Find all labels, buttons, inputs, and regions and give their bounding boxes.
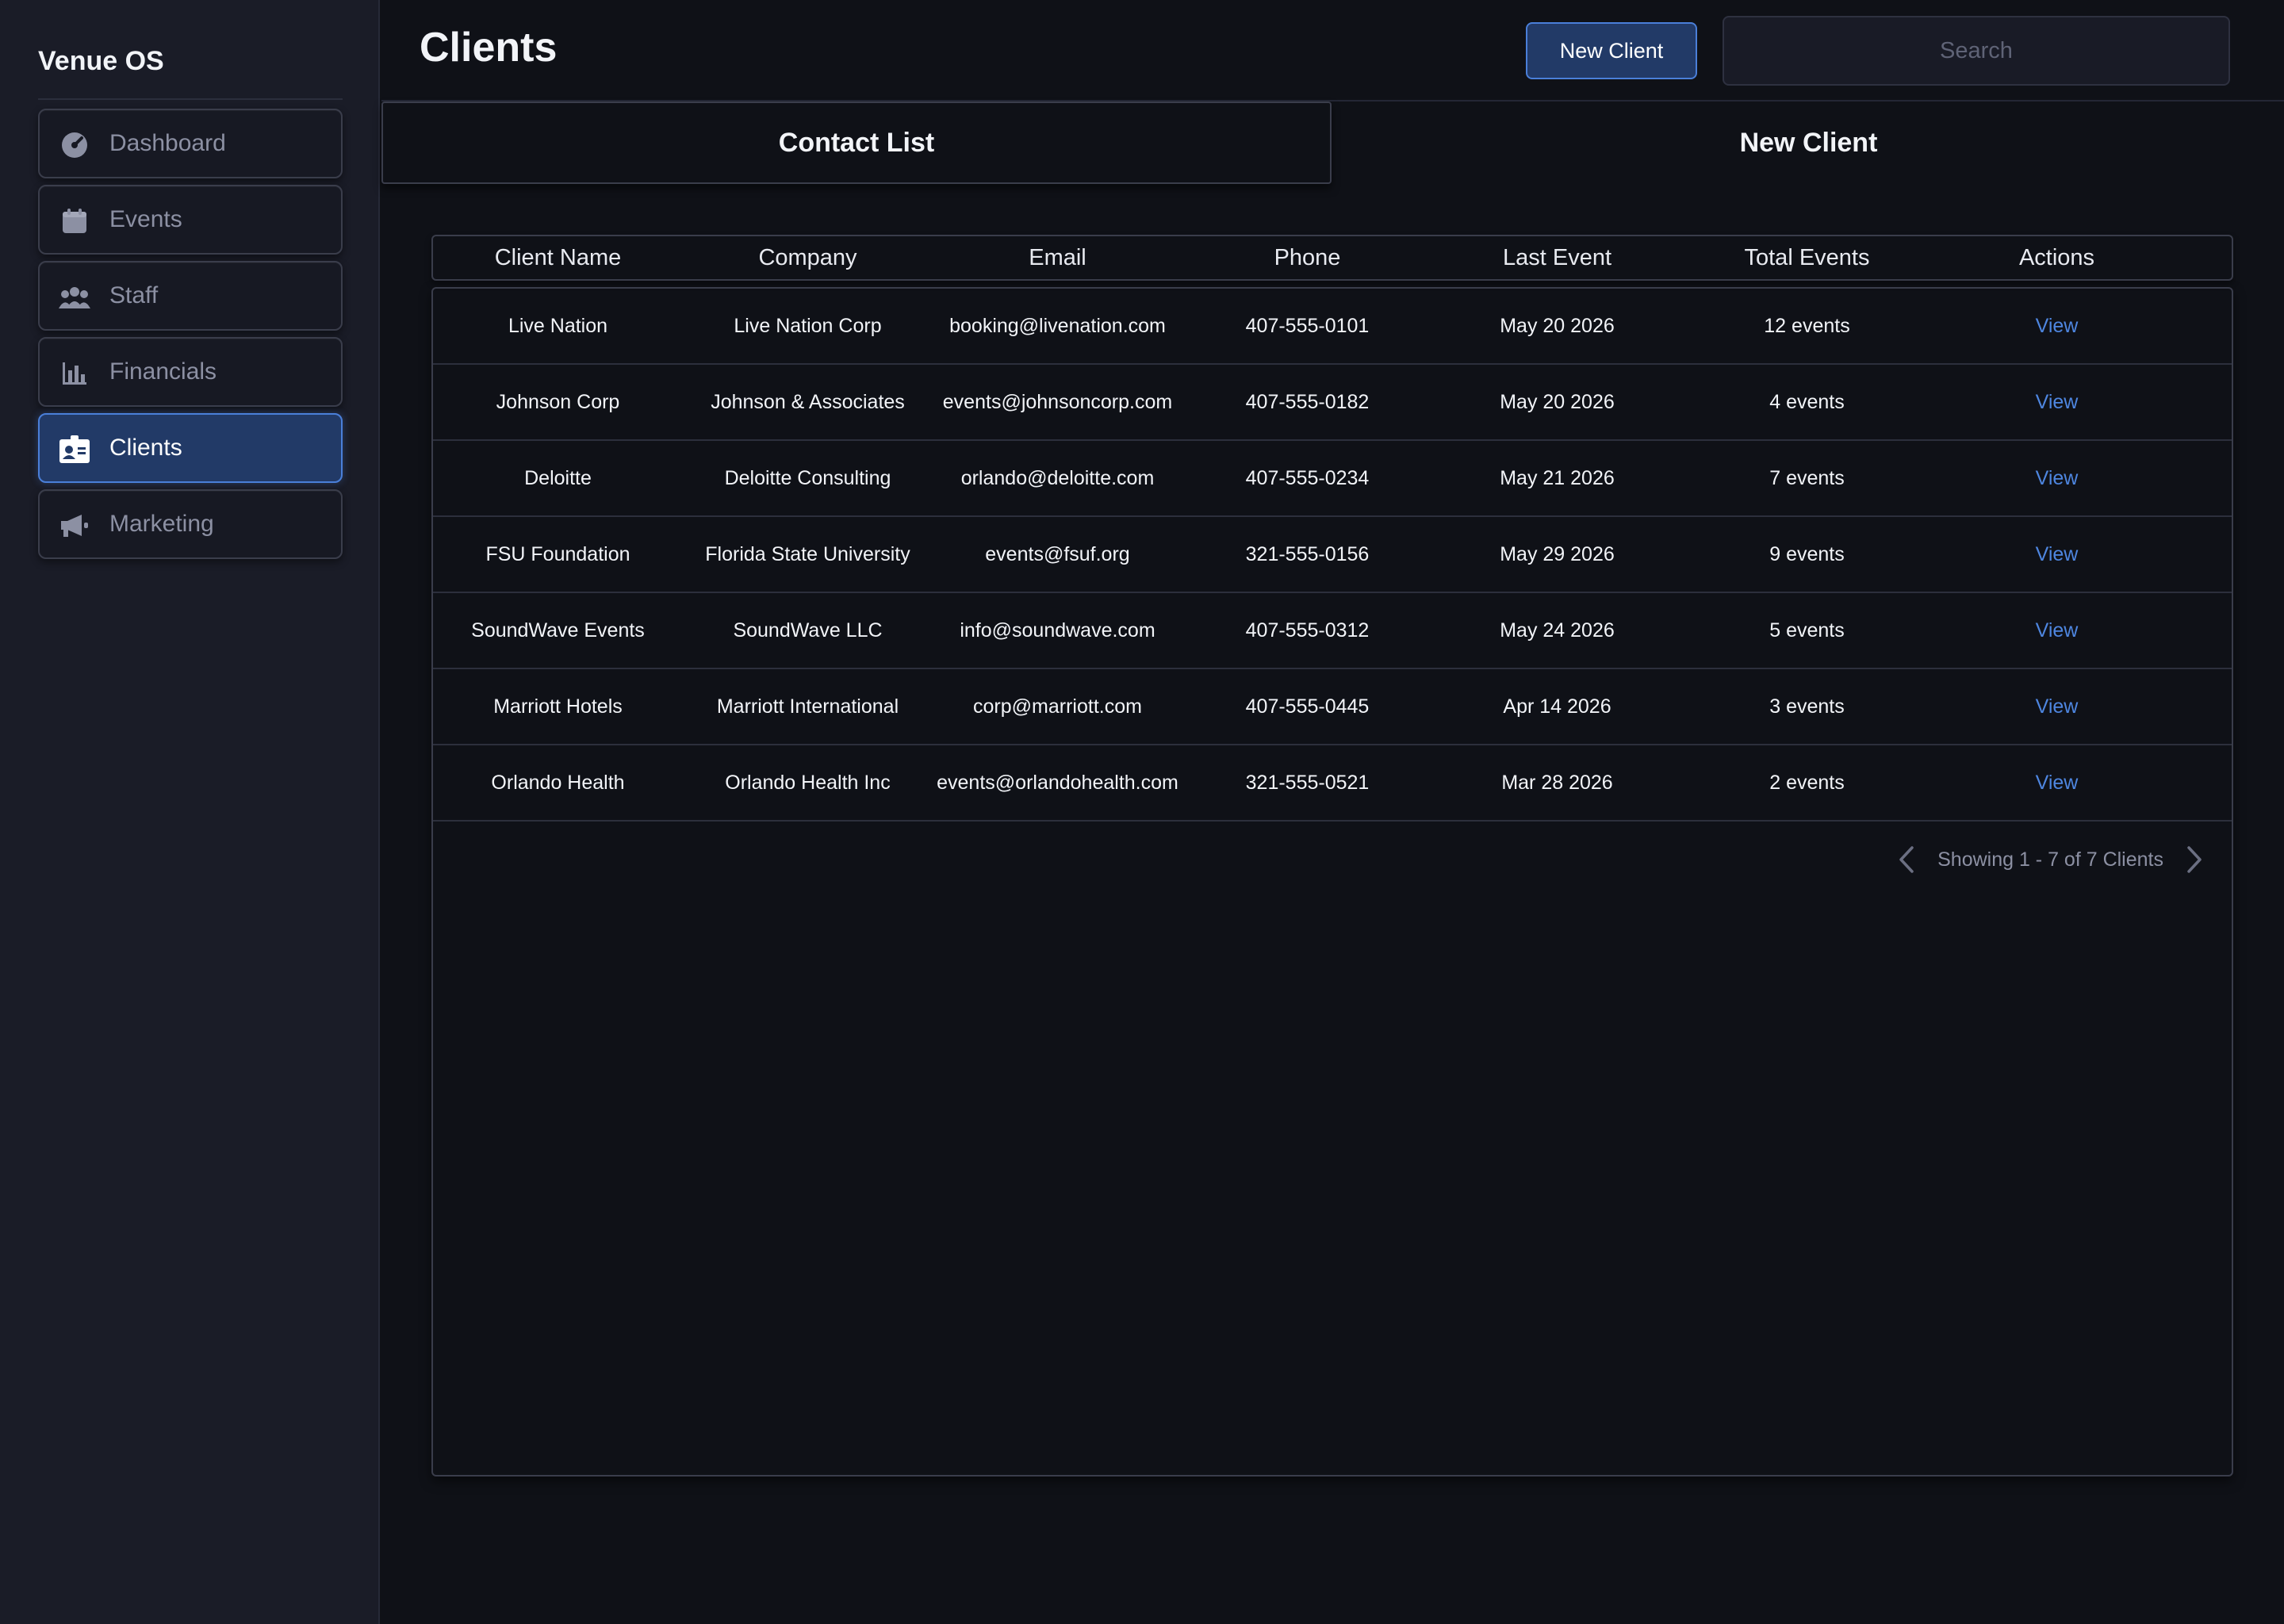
view-link[interactable]: View [1932,391,2182,414]
tab-contact-list[interactable]: Contact List [381,102,1332,184]
cell-total-events: 2 events [1769,771,1845,794]
pagination-status: Showing 1 - 7 of 7 Clients [1937,848,2163,871]
cell-company: Marriott International [716,695,899,718]
cell-client-name: FSU Foundation [485,542,630,565]
cell-company: Johnson & Associates [711,390,905,413]
tab-new-client[interactable]: New Client [1333,102,2284,184]
sidebar-item-dashboard[interactable]: Dashboard [38,109,343,178]
cell-total-events: 9 events [1769,542,1845,565]
cell-phone: 321-555-0156 [1245,542,1370,565]
clients-table: Client Name Company Email Phone Last Eve… [431,235,2233,1477]
cell-last-event: May 24 2026 [1500,619,1615,642]
cell-client-name: Live Nation [508,314,608,337]
cell-last-event: May 29 2026 [1500,542,1615,565]
sidebar-item-label: Clients [109,435,182,461]
cell-total-events: 5 events [1769,619,1845,642]
cell-company: Orlando Health Inc [725,771,891,794]
column-header-total-events: Total Events [1744,244,1870,270]
cell-phone: 321-555-0521 [1245,771,1370,794]
cell-email: orlando@deloitte.com [960,466,1155,489]
cell-total-events: 7 events [1769,466,1845,489]
bar-chart-icon [59,358,90,389]
page-title: Clients [420,25,558,71]
cell-phone: 407-555-0101 [1245,314,1370,337]
table-row: Live Nation Live Nation Corp booking@liv… [433,289,2232,365]
view-link[interactable]: View [1932,467,2182,490]
users-icon [59,282,90,313]
calendar-icon [59,205,90,237]
cell-email: corp@marriott.com [973,695,1142,718]
sidebar-item-staff[interactable]: Staff [38,261,343,331]
view-link[interactable]: View [1932,543,2182,566]
sidebar-item-financials[interactable]: Financials [38,337,343,407]
cell-phone: 407-555-0445 [1245,695,1370,718]
cell-company: Deloitte Consulting [724,466,891,489]
cell-phone: 407-555-0312 [1245,619,1370,642]
cell-email: info@soundwave.com [960,619,1155,642]
table-header: Client Name Company Email Phone Last Eve… [431,235,2233,281]
pagination: Showing 1 - 7 of 7 Clients [1895,844,2206,875]
cell-last-event: Mar 28 2026 [1501,771,1613,794]
megaphone-icon [59,510,90,542]
table-row: Johnson Corp Johnson & Associates events… [433,365,2232,441]
cell-last-event: Apr 14 2026 [1503,695,1611,718]
cell-total-events: 4 events [1769,390,1845,413]
table-row: SoundWave Events SoundWave LLC info@soun… [433,593,2232,669]
table-row: Deloitte Deloitte Consulting orlando@del… [433,441,2232,517]
column-header-last-event: Last Event [1502,244,1612,270]
cell-client-name: SoundWave Events [471,619,645,642]
table-row: FSU Foundation Florida State University … [433,517,2232,593]
cell-last-event: May 20 2026 [1500,314,1615,337]
sidebar-item-label: Marketing [109,511,214,537]
sidebar-item-label: Dashboard [109,130,226,156]
sidebar-item-label: Events [109,206,182,232]
column-header-actions: Actions [2018,244,2095,270]
cell-client-name: Orlando Health [491,771,625,794]
cell-email: events@orlandohealth.com [937,771,1178,794]
cell-company: Florida State University [705,542,910,565]
contact-card-icon [59,434,90,465]
dashboard-gauge-icon [59,129,90,161]
cell-email: events@fsuf.org [985,542,1130,565]
column-header-email: Email [1029,244,1086,270]
column-header-client-name: Client Name [494,244,622,270]
cell-last-event: May 21 2026 [1500,466,1615,489]
view-link[interactable]: View [1932,695,2182,718]
table-row: Orlando Health Orlando Health Inc events… [433,745,2232,822]
chevron-left-icon[interactable] [1895,844,1918,875]
cell-last-event: May 20 2026 [1500,390,1615,413]
view-link[interactable]: View [1932,315,2182,338]
sidebar-item-events[interactable]: Events [38,185,343,255]
table-row: Marriott Hotels Marriott International c… [433,669,2232,745]
view-link[interactable]: View [1932,619,2182,642]
brand-title: Venue OS [38,46,164,76]
cell-phone: 407-555-0182 [1245,390,1370,413]
cell-company: Live Nation Corp [734,314,882,337]
cell-client-name: Marriott Hotels [493,695,623,718]
cell-email: events@johnsoncorp.com [942,390,1173,413]
table-body: Live Nation Live Nation Corp booking@liv… [431,287,2233,1477]
cell-company: SoundWave LLC [733,619,883,642]
cell-email: booking@livenation.com [949,314,1166,337]
cell-phone: 407-555-0234 [1245,466,1370,489]
new-client-button[interactable]: New Client [1526,22,1697,79]
cell-client-name: Deloitte [524,466,592,489]
search-input[interactable] [1723,16,2230,86]
app-window: Venue OS Dashboard Events Staff Financia [0,0,2284,1624]
cell-total-events: 3 events [1769,695,1845,718]
sidebar: Venue OS Dashboard Events Staff Financia [0,0,380,1624]
view-link[interactable]: View [1932,772,2182,795]
column-header-company: Company [758,244,857,270]
chevron-right-icon[interactable] [2182,844,2206,875]
sidebar-item-marketing[interactable]: Marketing [38,489,343,559]
brand-divider [38,98,343,100]
sidebar-item-clients[interactable]: Clients [38,413,343,483]
sidebar-item-label: Financials [109,358,217,385]
cell-total-events: 12 events [1764,314,1850,337]
column-header-phone: Phone [1274,244,1341,270]
sidebar-item-label: Staff [109,282,159,308]
cell-client-name: Johnson Corp [496,390,620,413]
